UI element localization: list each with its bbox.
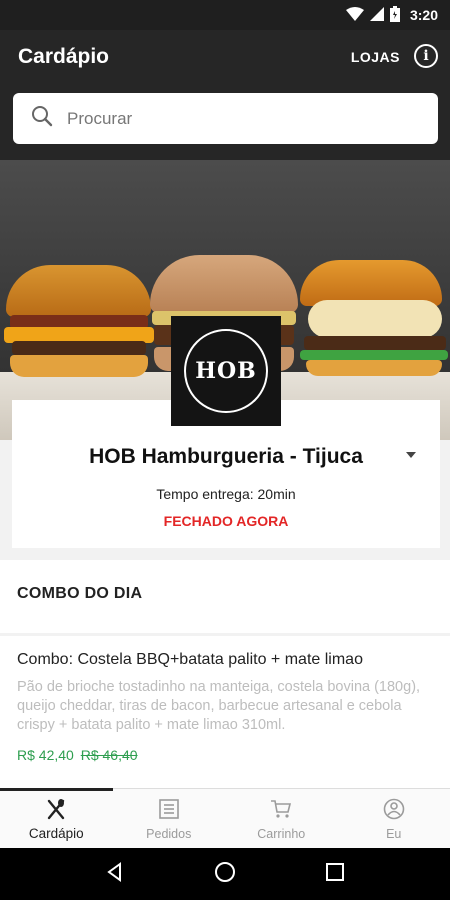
tab-label: Cardápio <box>28 826 84 841</box>
menu-item[interactable]: Combo: Costela BBQ+batata palito + mate … <box>0 636 450 788</box>
logo-text: HOB <box>195 358 257 384</box>
menu-item-old-price: R$ 46,40 <box>80 747 138 763</box>
menu-item-price-row: R$ 42,40 R$ 46,40 <box>17 747 138 763</box>
app-bar: Cardápio LOJAS i <box>0 30 450 160</box>
cart-icon <box>270 798 292 823</box>
category-title: COMBO DO DIA <box>17 585 143 602</box>
receipt-icon <box>158 798 180 823</box>
tab-label: Carrinho <box>257 827 306 841</box>
tab-carrinho[interactable]: Carrinho <box>225 789 338 848</box>
search-icon <box>31 105 53 132</box>
tab-label: Eu <box>386 827 402 841</box>
recents-icon[interactable] <box>325 862 345 887</box>
wifi-icon <box>345 6 364 24</box>
burger-image-left <box>4 265 154 380</box>
page-title: Cardápio <box>18 45 110 68</box>
tab-pedidos[interactable]: Pedidos <box>113 789 226 848</box>
menu-item-price: R$ 42,40 <box>17 747 74 763</box>
info-icon[interactable]: i <box>414 44 438 68</box>
search-input[interactable] <box>67 108 387 129</box>
bottom-nav: Cardápio Pedidos Carrinho Eu <box>0 788 450 848</box>
clock: 3:20 <box>409 7 438 23</box>
status-badge: FECHADO AGORA <box>163 513 289 529</box>
user-icon <box>383 798 405 823</box>
burger-image-right <box>300 260 448 378</box>
system-nav-bar <box>0 848 450 900</box>
back-icon[interactable] <box>105 861 125 887</box>
cutlery-icon <box>45 798 67 823</box>
chevron-down-icon[interactable] <box>406 452 416 458</box>
store-logo: HOB <box>171 316 281 426</box>
search-bar[interactable] <box>13 93 438 144</box>
signal-icon <box>369 6 384 24</box>
category-header[interactable]: COMBO DO DIA <box>0 560 450 633</box>
home-icon[interactable] <box>214 861 236 888</box>
tab-eu[interactable]: Eu <box>338 789 450 848</box>
menu-item-name: Combo: Costela BBQ+batata palito + mate … <box>17 651 363 668</box>
stores-button[interactable]: LOJAS <box>351 49 400 65</box>
delivery-time: Tempo entrega: 20min <box>156 486 296 502</box>
store-name: HOB Hamburgueria - Tijuca <box>89 445 363 468</box>
battery-icon <box>389 5 400 25</box>
status-bar: 3:20 <box>0 0 450 30</box>
tab-cardapio[interactable]: Cardápio <box>0 788 113 848</box>
menu-item-description: Pão de brioche tostadinho na manteiga, c… <box>17 679 421 733</box>
tab-label: Pedidos <box>146 827 192 841</box>
